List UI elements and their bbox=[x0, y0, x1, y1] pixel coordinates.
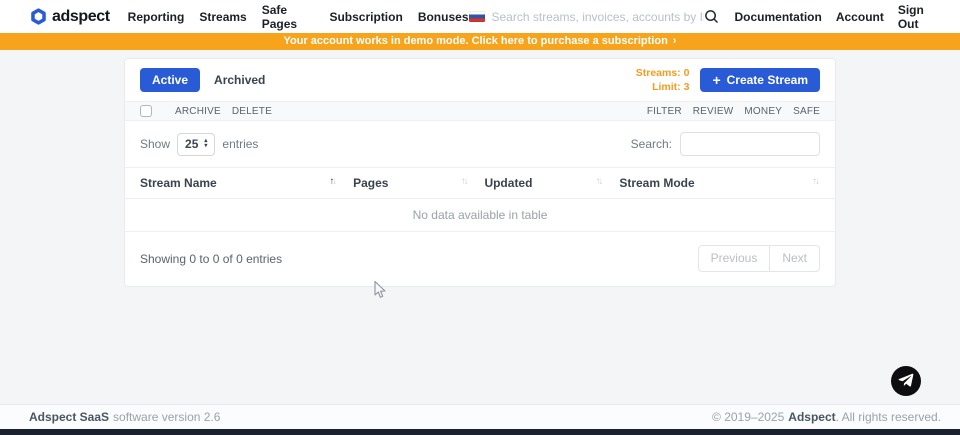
column-header-updated[interactable]: ↑↓ Updated bbox=[476, 168, 611, 199]
logo-text: adspect bbox=[52, 8, 110, 26]
footer-version: Adspect SaaSsoftware version 2.6 bbox=[29, 410, 220, 424]
nav-item-subscription[interactable]: Subscription bbox=[329, 10, 402, 24]
streams-panel: Active Archived Streams: 0 Limit: 3 + Cr… bbox=[124, 58, 836, 287]
safe-button[interactable]: SAFE bbox=[793, 106, 820, 117]
chevron-right-icon: › bbox=[673, 33, 677, 50]
demo-banner[interactable]: Your account works in demo mode. Click h… bbox=[0, 33, 960, 50]
plus-icon: + bbox=[712, 73, 720, 87]
logo[interactable]: adspect bbox=[30, 8, 110, 26]
create-stream-label: Create Stream bbox=[727, 73, 808, 87]
tab-active[interactable]: Active bbox=[140, 68, 200, 92]
previous-button[interactable]: Previous bbox=[698, 245, 771, 271]
sort-icon: ↑↓ bbox=[330, 176, 338, 187]
next-button[interactable]: Next bbox=[770, 245, 820, 271]
streams-limit: Limit: 3 bbox=[636, 80, 690, 94]
link-documentation[interactable]: Documentation bbox=[735, 10, 822, 24]
header-search bbox=[469, 9, 735, 24]
show-label: Show bbox=[140, 137, 170, 151]
main-area: Active Archived Streams: 0 Limit: 3 + Cr… bbox=[0, 58, 960, 412]
streams-table: ↑↓ Stream Name ↑↓ Pages ↑↓ Updated ↑↓ St… bbox=[125, 167, 835, 232]
telegram-button[interactable] bbox=[891, 366, 921, 396]
sort-icon: ↑↓ bbox=[813, 176, 821, 187]
logo-icon bbox=[30, 8, 47, 25]
main-nav: Reporting Streams Safe Pages Subscriptio… bbox=[128, 3, 469, 31]
pagination: Previous Next bbox=[698, 245, 820, 271]
bottom-bar bbox=[0, 429, 960, 435]
header-links: Documentation Account Sign Out bbox=[735, 3, 942, 31]
streams-quota: Streams: 0 Limit: 3 bbox=[636, 66, 690, 94]
empty-table-message: No data available in table bbox=[125, 199, 835, 232]
header-search-input[interactable] bbox=[492, 10, 704, 24]
filter-button[interactable]: FILTER bbox=[647, 106, 682, 117]
select-all-checkbox[interactable] bbox=[140, 105, 152, 117]
column-header-stream-mode[interactable]: ↑↓ Stream Mode bbox=[611, 168, 835, 199]
bulk-archive-button[interactable]: ARCHIVE bbox=[175, 106, 221, 117]
sort-icon: ↑↓ bbox=[596, 176, 604, 187]
table-search-input[interactable] bbox=[680, 132, 820, 156]
nav-item-reporting[interactable]: Reporting bbox=[128, 10, 185, 24]
footer-copyright: © 2019–2025Adspect. All rights reserved. bbox=[712, 410, 941, 424]
tab-archived[interactable]: Archived bbox=[214, 73, 265, 87]
sort-icon: ↑↓ bbox=[461, 176, 469, 187]
review-button[interactable]: REVIEW bbox=[693, 106, 734, 117]
entries-summary: Showing 0 to 0 of 0 entries bbox=[140, 252, 282, 266]
bulk-toolbar: ARCHIVE DELETE FILTER REVIEW MONEY SAFE bbox=[125, 101, 835, 121]
table-row: No data available in table bbox=[125, 199, 835, 232]
app-footer: Adspect SaaSsoftware version 2.6 © 2019–… bbox=[0, 404, 960, 429]
column-header-pages[interactable]: ↑↓ Pages bbox=[345, 168, 476, 199]
streams-count: Streams: 0 bbox=[636, 66, 690, 80]
search-label: Search: bbox=[631, 137, 672, 151]
nav-item-safe-pages[interactable]: Safe Pages bbox=[262, 3, 315, 31]
search-icon[interactable] bbox=[704, 9, 719, 24]
panel-footer: Showing 0 to 0 of 0 entries Previous Nex… bbox=[125, 232, 835, 285]
entries-label: entries bbox=[222, 137, 258, 151]
create-stream-button[interactable]: + Create Stream bbox=[700, 68, 820, 92]
select-arrows-icon: ▴▾ bbox=[204, 139, 207, 149]
link-sign-out[interactable]: Sign Out bbox=[898, 3, 941, 31]
app-header: adspect Reporting Streams Safe Pages Sub… bbox=[0, 0, 960, 33]
link-account[interactable]: Account bbox=[836, 10, 884, 24]
table-header-row: ↑↓ Stream Name ↑↓ Pages ↑↓ Updated ↑↓ St… bbox=[125, 168, 835, 199]
table-controls: Show 25 ▴▾ entries Search: bbox=[125, 121, 835, 167]
bulk-delete-button[interactable]: DELETE bbox=[232, 106, 272, 117]
column-header-stream-name[interactable]: ↑↓ Stream Name bbox=[125, 168, 345, 199]
panel-header-row: Active Archived Streams: 0 Limit: 3 + Cr… bbox=[125, 59, 835, 101]
nav-item-bonuses[interactable]: Bonuses bbox=[418, 10, 469, 24]
nav-item-streams[interactable]: Streams bbox=[199, 10, 246, 24]
page-length-value: 25 bbox=[185, 137, 198, 151]
money-button[interactable]: MONEY bbox=[744, 106, 782, 117]
demo-banner-text[interactable]: Your account works in demo mode. Click h… bbox=[284, 33, 668, 50]
russian-flag-icon[interactable] bbox=[469, 11, 485, 22]
telegram-icon bbox=[898, 373, 914, 389]
page-length-select[interactable]: 25 ▴▾ bbox=[177, 133, 215, 156]
